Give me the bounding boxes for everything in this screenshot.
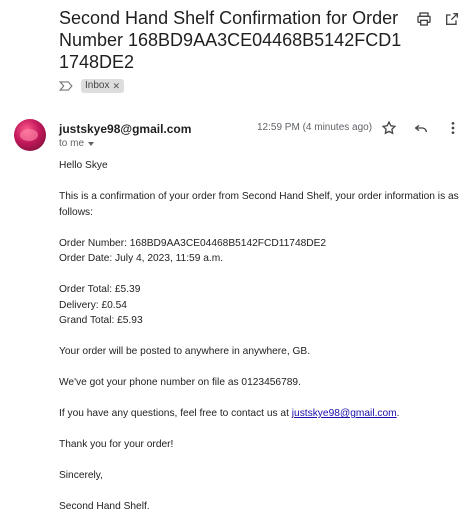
questions-suffix: . [396,408,400,419]
more-vertical-icon[interactable] [444,119,462,137]
sender-avatar[interactable] [14,119,46,151]
signature: Second Hand Shelf. [59,501,150,512]
email-body: Hello Skye This is a confirmation of you… [59,158,459,515]
reply-icon[interactable] [412,119,430,137]
message-time: 12:59 PM (4 minutes ago) [257,122,373,133]
delivery-cost: Delivery: £0.54 [59,299,127,311]
posting-info: Your order will be posted to anywhere in… [59,346,311,357]
closing-text: Sincerely, [59,470,103,481]
order-total: Order Total: £5.39 [59,284,141,295]
contact-email-link[interactable]: justskye98@gmail.com [292,408,397,419]
thanks-text: Thank you for your order! [59,439,174,450]
remove-label-icon[interactable]: ✕ [112,79,120,93]
star-icon[interactable] [380,119,398,137]
questions-prefix: If you have any questions, feel free to … [59,408,292,419]
order-number: Order Number: 168BD9AA3CE04468B5142FCD11… [59,237,327,249]
label-row: Inbox ✕ [59,79,125,93]
email-subject: Second Hand Shelf Confirmation for Order… [59,8,402,72]
subject-actions [415,10,461,28]
phone-info: We've got your phone number on file as 0… [59,377,301,388]
email-subject-container: Second Hand Shelf Confirmation for Order… [59,7,409,73]
order-date: Order Date: July 4, 2023, 11:59 a.m. [59,253,224,264]
recipient-label: to me [59,138,85,149]
questions-line: If you have any questions, feel free to … [59,406,459,422]
sender-email[interactable]: justskye98@gmail.com [59,122,191,136]
greeting: Hello Skye [59,160,108,171]
intro-text: This is a confirmation of your order fro… [59,191,459,218]
grand-total: Grand Total: £5.93 [59,315,143,326]
open-in-new-window-icon[interactable] [443,10,461,28]
label-arrow-icon [59,81,73,91]
inbox-label-text: Inbox [85,80,110,91]
recipient-info: to me [59,138,95,149]
inbox-label-chip[interactable]: Inbox ✕ [81,79,125,93]
message-actions [380,119,462,137]
print-icon[interactable] [415,10,433,28]
recipient-details-dropdown-icon[interactable] [88,141,95,146]
